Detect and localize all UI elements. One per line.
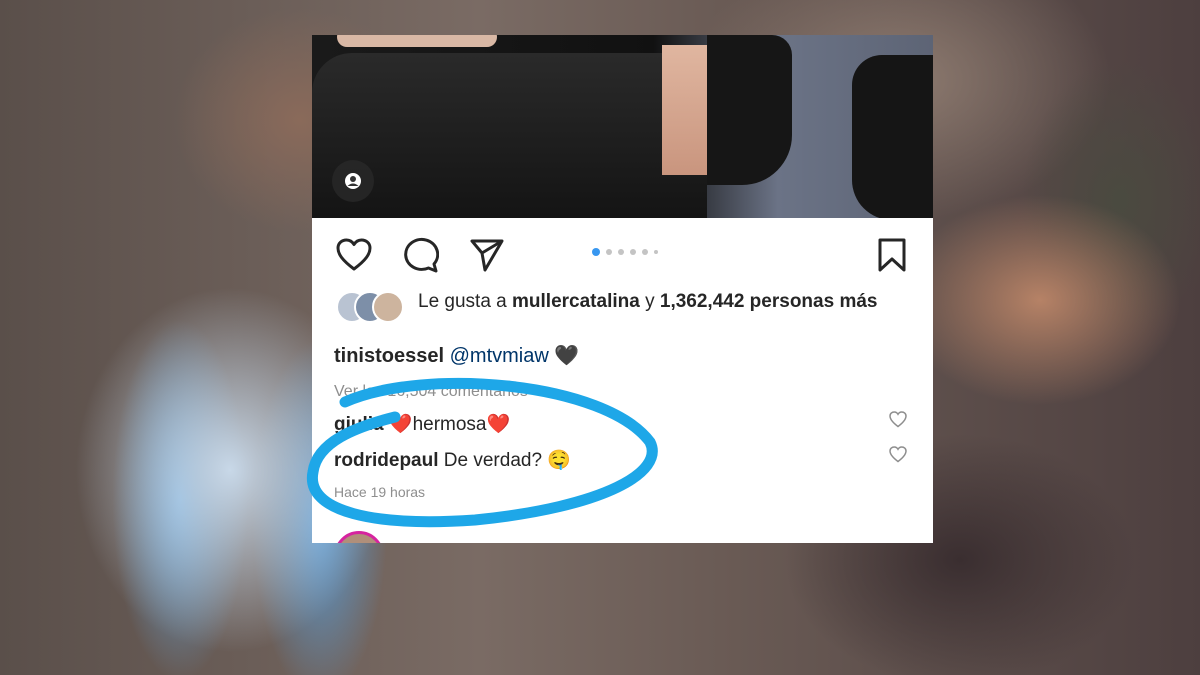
photo-boot (852, 55, 933, 218)
likes-prefix: Le gusta a (418, 291, 507, 312)
like-button[interactable] (334, 235, 374, 275)
likes-count[interactable]: 1,362,442 personas más (660, 291, 878, 312)
carousel-dot (642, 249, 648, 255)
likes-summary[interactable]: Le gusta a mullercatalina y 1,362,442 pe… (336, 289, 916, 323)
comment-like-button[interactable] (889, 446, 907, 468)
photo-leg (312, 53, 707, 218)
heart-icon (889, 411, 907, 428)
likes-text: Le gusta a mullercatalina y 1,362,442 pe… (418, 289, 916, 315)
avatar (372, 291, 404, 323)
caption-emoji: 🖤 (554, 345, 580, 367)
carousel-dot (592, 248, 600, 256)
photo-hand (337, 35, 497, 47)
photo-shorts (707, 35, 792, 185)
avatar[interactable] (334, 531, 384, 543)
bookmark-icon (878, 238, 906, 272)
carousel-dot (618, 249, 624, 255)
comment-button[interactable] (401, 235, 441, 275)
liked-by-username[interactable]: mullercatalina (512, 291, 640, 312)
liker-avatars (336, 291, 408, 323)
heart-icon (336, 238, 372, 271)
post-actions-bar (312, 235, 933, 275)
carousel-dot (606, 249, 612, 255)
post-caption: tinistoessel @mtvmiaw 🖤 (334, 343, 579, 368)
post-photo[interactable] (312, 35, 933, 218)
comment-like-button[interactable] (889, 411, 907, 433)
user-tag-icon[interactable] (332, 160, 374, 202)
save-button[interactable] (872, 235, 912, 275)
caption-mention[interactable]: @mtvmiaw (450, 345, 549, 367)
highlight-circle-annotation (306, 377, 658, 528)
comment-bubble-icon (404, 237, 439, 273)
carousel-dot (630, 249, 636, 255)
carousel-indicator (592, 248, 658, 256)
heart-icon (889, 446, 907, 463)
paper-plane-icon (470, 239, 504, 272)
carousel-dot (654, 250, 658, 254)
likes-joiner: y (645, 291, 655, 312)
caption-username[interactable]: tinistoessel (334, 345, 444, 367)
share-button[interactable] (467, 235, 507, 275)
